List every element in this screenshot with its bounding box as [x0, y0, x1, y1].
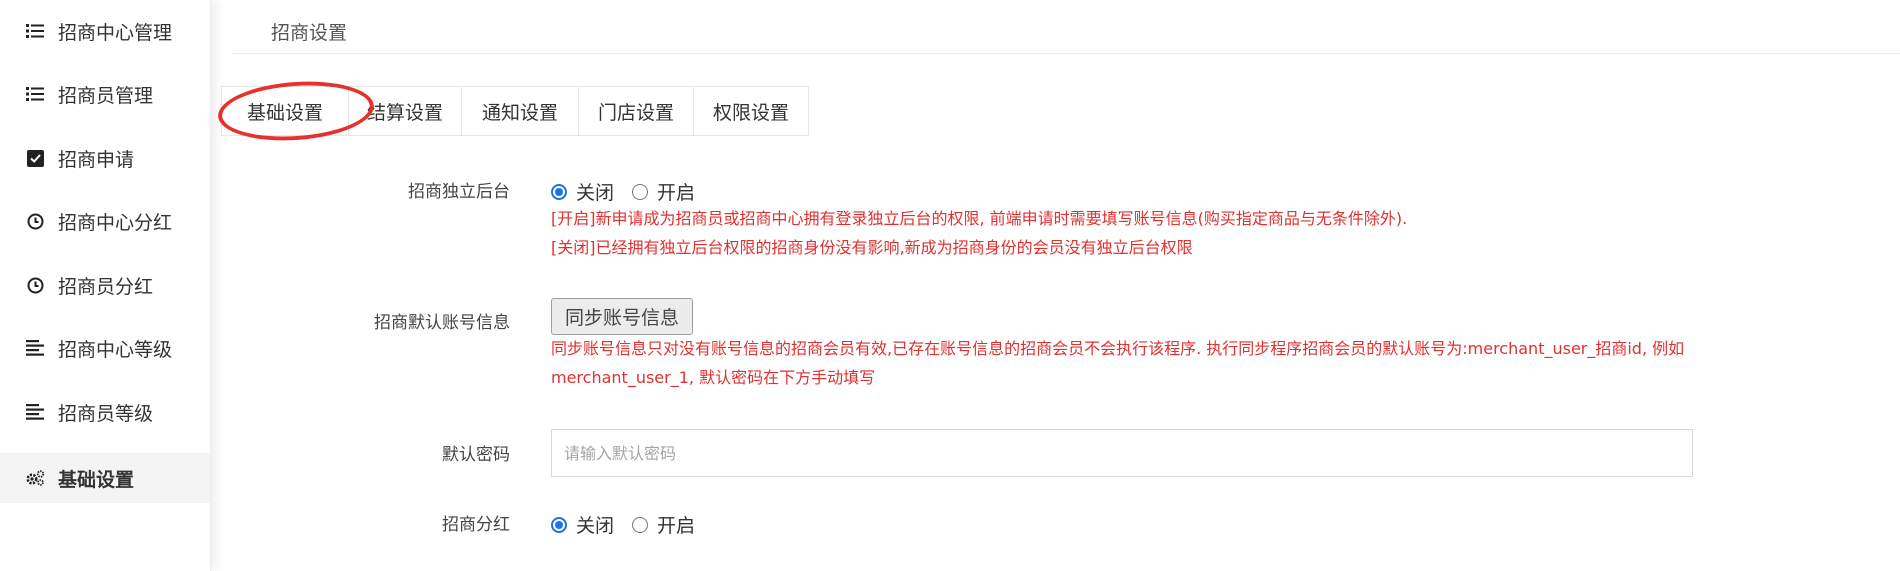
independent-backend-help: [开启]新申请成为招商员或招商中心拥有登录独立后台的权限, 前端申请时需要填写账… — [551, 204, 1407, 262]
sidebar-item-staff-level[interactable]: 招商员等级 — [0, 387, 210, 437]
help-line: [开启]新申请成为招商员或招商中心拥有登录独立后台的权限, 前端申请时需要填写账… — [551, 209, 1408, 228]
tab-settlement-settings[interactable]: 结算设置 — [349, 87, 462, 135]
sidebar-item-merchant-center-management[interactable]: 招商中心管理 — [0, 6, 210, 56]
sidebar-item-label: 招商申请 — [58, 148, 135, 171]
tab-permission-settings[interactable]: 权限设置 — [694, 87, 808, 135]
help-line: merchant_user_1, 默认密码在下方手动填写 — [551, 368, 876, 387]
default-password-input[interactable] — [551, 429, 1693, 477]
radio-label: 关闭 — [576, 515, 615, 537]
page-title: 招商设置 — [271, 22, 348, 44]
sync-account-button[interactable]: 同步账号信息 — [551, 298, 693, 335]
tab-store-settings[interactable]: 门店设置 — [579, 87, 694, 135]
sidebar-item-label: 招商员管理 — [58, 84, 154, 107]
dividend-radio-group: 关闭 开启 — [551, 511, 713, 538]
radio-unchecked[interactable] — [632, 516, 649, 533]
default-account-label: 招商默认账号信息 — [374, 313, 510, 333]
independent-backend-off-option[interactable]: 关闭 — [551, 178, 614, 205]
sidebar-item-center-level[interactable]: 招商中心等级 — [0, 323, 210, 373]
independent-backend-radio-group: 关闭 开启 — [551, 178, 713, 205]
list-icon — [24, 20, 46, 42]
dividend-label: 招商分红 — [442, 515, 510, 535]
radio-label: 开启 — [657, 515, 696, 537]
sidebar-item-basic-settings[interactable]: 基础设置 — [0, 453, 210, 503]
dividend-on-option[interactable]: 开启 — [632, 511, 695, 538]
radio-unchecked[interactable] — [632, 183, 649, 200]
default-account-help: 同步账号信息只对没有账号信息的招商会员有效,已存在账号信息的招商会员不会执行该程… — [551, 334, 1684, 392]
tab-notification-settings[interactable]: 通知设置 — [462, 87, 579, 135]
sidebar-item-center-dividend[interactable]: 招商中心分红 — [0, 196, 210, 246]
tab-basic-settings[interactable]: 基础设置 — [222, 87, 349, 135]
align-left-icon — [24, 337, 46, 359]
sidebar-item-merchant-application[interactable]: 招商申请 — [0, 133, 210, 183]
help-line: [关闭]已经拥有独立后台权限的招商身份没有影响,新成为招商身份的会员没有独立后台… — [551, 238, 1193, 257]
sidebar-item-label: 招商中心管理 — [58, 21, 173, 44]
default-password-label: 默认密码 — [442, 445, 510, 465]
sidebar-item-merchant-staff-management[interactable]: 招商员管理 — [0, 69, 210, 119]
sidebar-item-label: 招商员分红 — [58, 275, 154, 298]
dividend-off-option[interactable]: 关闭 — [551, 511, 614, 538]
align-left-icon — [24, 401, 46, 423]
sidebar-item-label: 招商中心分红 — [58, 211, 173, 234]
independent-backend-label: 招商独立后台 — [408, 182, 510, 202]
radio-checked[interactable] — [551, 516, 567, 533]
gears-icon — [24, 467, 46, 489]
settings-tabs: 基础设置 结算设置 通知设置 门店设置 权限设置 — [221, 86, 809, 136]
radio-label: 关闭 — [576, 182, 615, 204]
independent-backend-on-option[interactable]: 开启 — [632, 178, 695, 205]
radio-checked[interactable] — [551, 183, 567, 200]
sidebar-item-label: 招商中心等级 — [58, 338, 173, 361]
header-divider — [231, 53, 1900, 54]
sidebar-item-label: 招商员等级 — [58, 402, 154, 425]
checkbox-icon — [24, 147, 46, 169]
clock-icon — [24, 274, 46, 296]
help-line: 同步账号信息只对没有账号信息的招商会员有效,已存在账号信息的招商会员不会执行该程… — [551, 339, 1685, 358]
clock-icon — [24, 210, 46, 232]
radio-label: 开启 — [657, 182, 696, 204]
sidebar-item-label: 基础设置 — [58, 468, 135, 491]
list-icon — [24, 83, 46, 105]
sidebar: 招商中心管理 招商员管理 招商申请 招商中心分红 招商员分红 招商中心等级 招商… — [0, 0, 211, 571]
sidebar-item-staff-dividend[interactable]: 招商员分红 — [0, 260, 210, 310]
